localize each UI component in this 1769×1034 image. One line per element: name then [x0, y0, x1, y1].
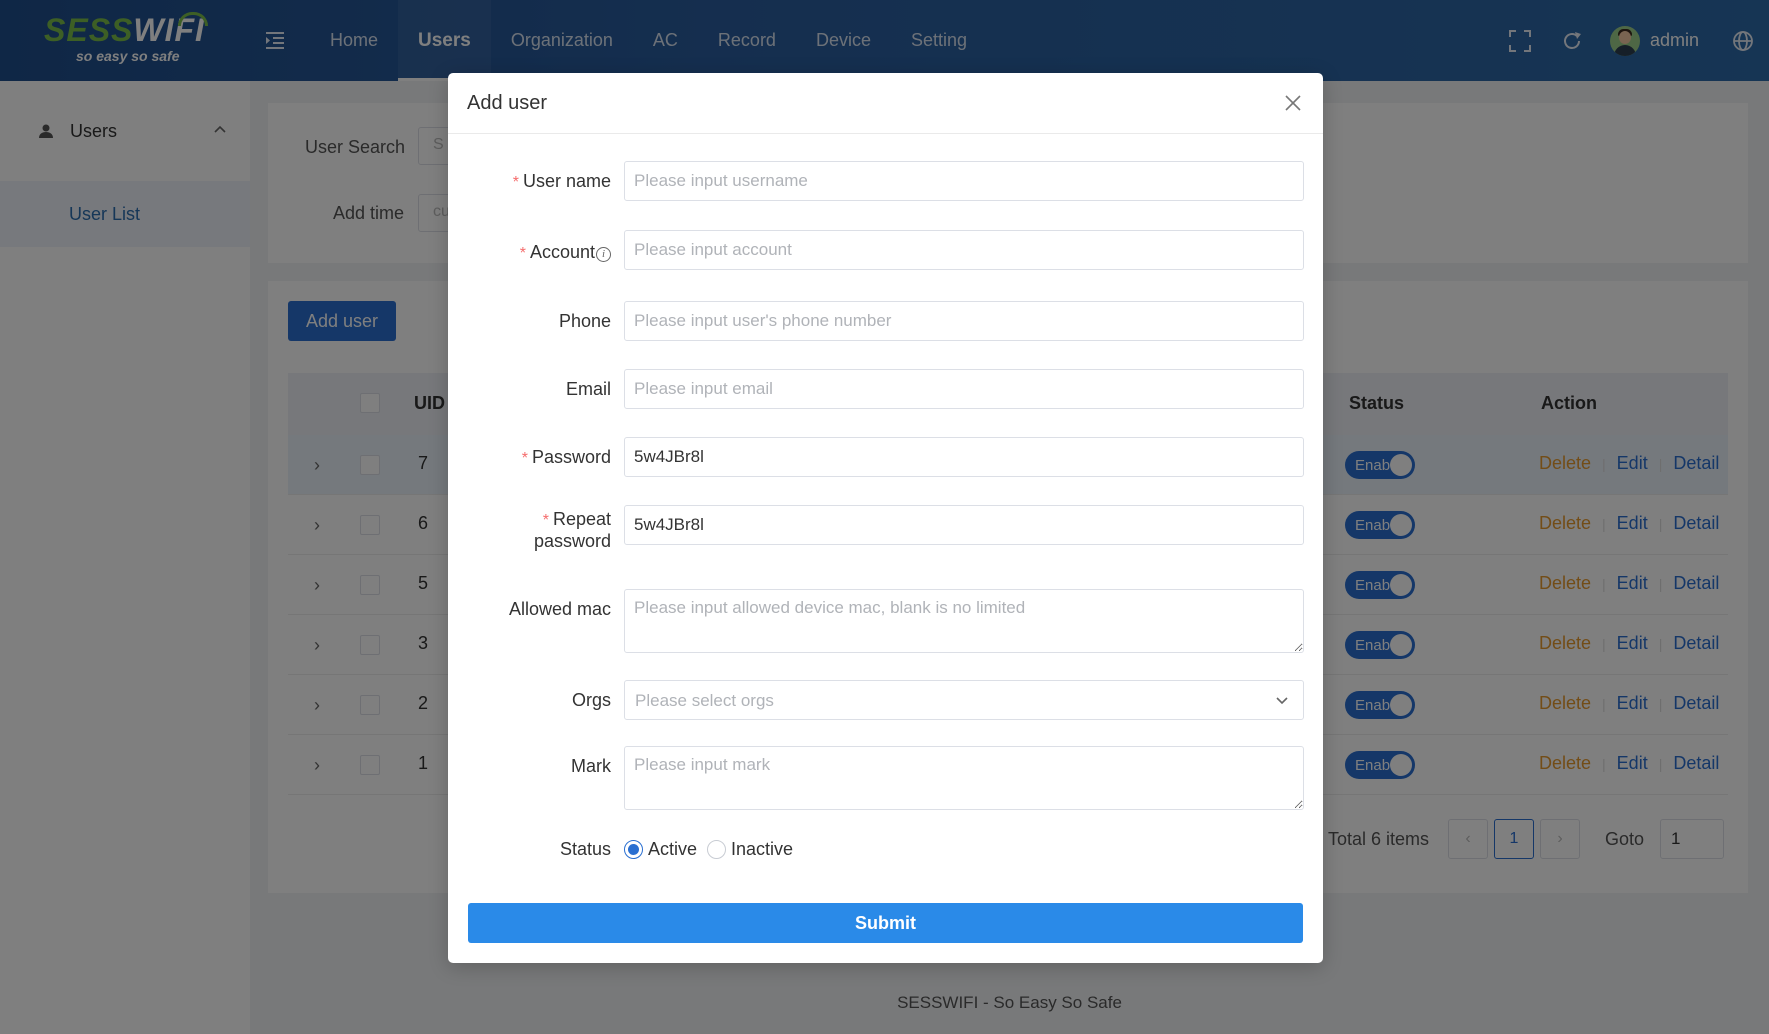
status-radio-group: Active Inactive — [624, 839, 803, 860]
info-icon[interactable]: i — [596, 247, 611, 262]
dialog-header: Add user — [448, 73, 1323, 134]
dialog-title: Add user — [467, 92, 548, 114]
repeat-password-label: * Repeat password — [533, 509, 611, 551]
account-label: * Account i — [520, 242, 611, 264]
status-active-radio[interactable] — [624, 840, 643, 859]
account-input[interactable] — [624, 230, 1304, 270]
password-label: * Password — [521, 447, 611, 467]
orgs-select[interactable]: Please select orgs — [624, 680, 1304, 720]
status-inactive-label[interactable]: Inactive — [731, 839, 793, 860]
phone-label: Phone — [558, 311, 611, 331]
orgs-select-placeholder: Please select orgs — [635, 691, 774, 710]
password-input[interactable] — [624, 437, 1304, 477]
close-icon[interactable] — [1283, 93, 1303, 113]
email-label: Email — [565, 379, 611, 399]
mark-textarea[interactable] — [624, 746, 1304, 810]
status-active-label[interactable]: Active — [648, 839, 697, 860]
email-input[interactable] — [624, 369, 1304, 409]
submit-button[interactable]: Submit — [468, 903, 1303, 943]
chevron-down-icon — [1276, 697, 1288, 705]
allowed-mac-label: Allowed mac — [508, 599, 611, 619]
username-input[interactable] — [624, 161, 1304, 201]
status-label: Status — [559, 839, 611, 859]
status-inactive-radio[interactable] — [707, 840, 727, 859]
repeat-password-input[interactable] — [624, 505, 1304, 545]
allowed-mac-textarea[interactable] — [624, 589, 1304, 653]
add-user-dialog: Add user *User name *Accounti Phone Emai… — [448, 73, 1323, 963]
mark-label: Mark — [571, 756, 611, 776]
phone-input[interactable] — [624, 301, 1304, 341]
orgs-label: Orgs — [571, 690, 611, 710]
username-label: * User name — [512, 171, 611, 191]
